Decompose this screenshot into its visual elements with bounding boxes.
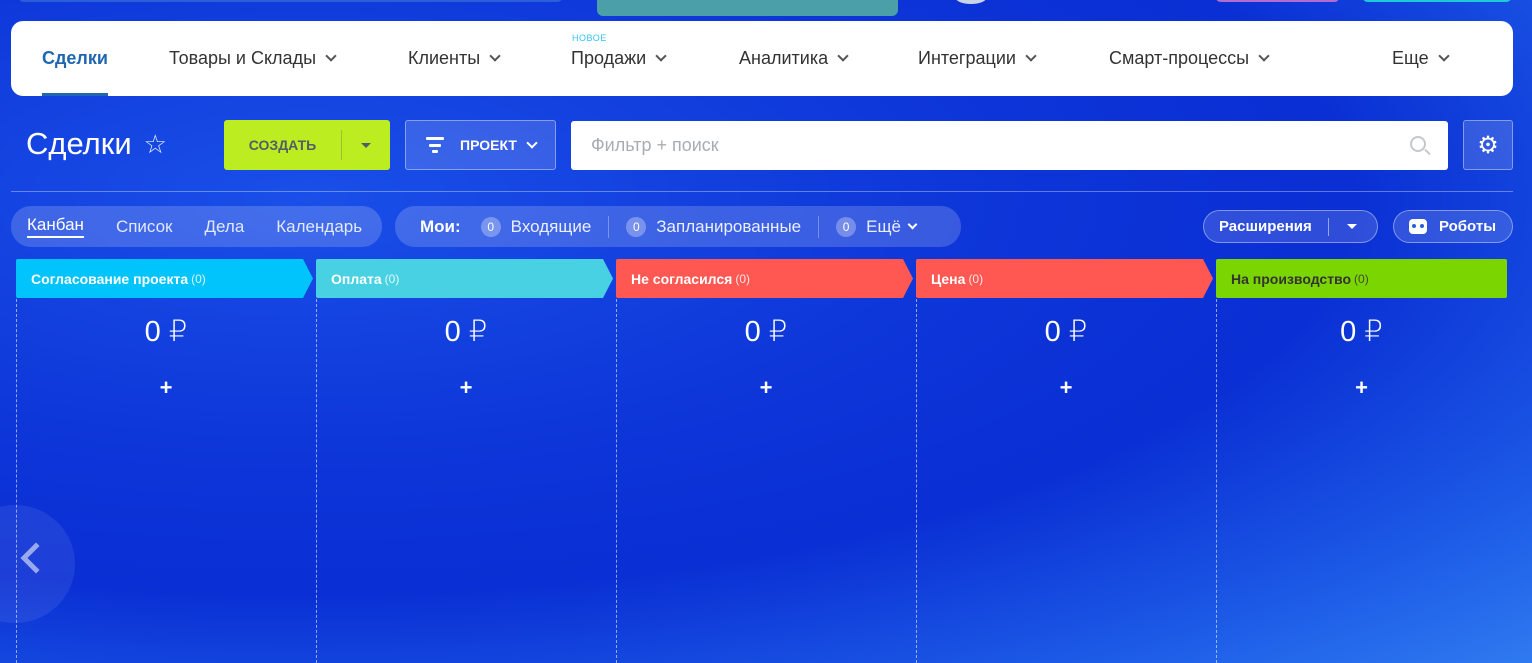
star-icon[interactable]: ☆ <box>144 129 167 160</box>
chevron-down-icon <box>837 50 849 62</box>
robot-icon <box>1409 219 1427 234</box>
column-header[interactable]: Согласование проекта (0) <box>16 259 313 298</box>
view-activities[interactable]: Дела <box>205 217 245 237</box>
nav-item-integrations[interactable]: Интеграции <box>918 21 1037 96</box>
counter-badge: 0 <box>626 216 647 237</box>
create-button[interactable]: СОЗДАТЬ <box>224 120 390 170</box>
project-button[interactable]: ПРОЕКТ <box>405 120 556 170</box>
counter-planned[interactable]: 0 Запланированные <box>626 216 801 237</box>
column-border <box>916 299 917 663</box>
divider <box>608 215 610 238</box>
add-deal-button[interactable]: + <box>316 375 616 401</box>
chevron-down-icon <box>526 136 538 149</box>
top-bar-segment <box>18 0 563 2</box>
caret-down-icon <box>361 142 371 148</box>
column-sum: 0 ₽ <box>1044 316 1088 348</box>
column-header[interactable]: Не согласился (0) <box>616 259 913 298</box>
kanban-column: На производство (0) 0 ₽ + <box>1216 259 1516 663</box>
nav-item-smart-processes[interactable]: Смарт-процессы <box>1109 21 1270 96</box>
settings-button[interactable]: ⚙ <box>1463 120 1513 170</box>
nav-item-goods[interactable]: Товары и Склады <box>169 21 337 96</box>
chevron-down-icon <box>655 50 667 62</box>
nav-item-more[interactable]: Еще <box>1392 21 1450 96</box>
counter-incoming[interactable]: 0 Входящие <box>480 216 591 237</box>
chevron-down-icon <box>907 219 918 229</box>
chevron-down-icon <box>1258 50 1270 62</box>
add-deal-button[interactable]: + <box>16 375 316 401</box>
column-sum: 0 ₽ <box>744 316 788 348</box>
chevron-down-icon <box>489 50 501 62</box>
add-deal-button[interactable]: + <box>616 375 916 401</box>
nav-item-clients[interactable]: Клиенты <box>408 21 501 96</box>
column-border <box>616 299 617 663</box>
top-avatar[interactable] <box>955 0 987 4</box>
counter-badge: 0 <box>836 216 857 237</box>
search-icon[interactable] <box>1410 136 1426 152</box>
nav-item-sales[interactable]: Продажи <box>571 21 667 96</box>
top-bar-button[interactable] <box>1362 0 1512 2</box>
column-border <box>1216 299 1217 663</box>
column-header[interactable]: Цена (0) <box>916 259 1213 298</box>
mine-label: Мои: <box>420 216 461 236</box>
kanban-column: Согласование проекта (0) 0 ₽ + <box>16 259 316 663</box>
column-sum: 0 ₽ <box>444 316 488 348</box>
add-deal-button[interactable]: + <box>1216 375 1507 401</box>
search-bar <box>571 121 1448 170</box>
view-switcher: Канбан Список Дела Календарь <box>11 206 382 247</box>
view-list[interactable]: Список <box>116 217 173 237</box>
caret-down-icon <box>1346 224 1357 229</box>
extensions-button[interactable]: Расширения <box>1203 210 1378 243</box>
kanban-column: Не согласился (0) 0 ₽ + <box>616 259 916 663</box>
chevron-down-icon <box>325 50 337 62</box>
top-bar-button[interactable] <box>1215 0 1340 2</box>
kanban-column: Цена (0) 0 ₽ + <box>916 259 1216 663</box>
divider <box>818 215 820 238</box>
column-sum: 0 ₽ <box>144 316 188 348</box>
robots-button[interactable]: Роботы <box>1393 210 1513 243</box>
gear-icon: ⚙ <box>1477 131 1499 159</box>
top-bar-segment <box>597 0 898 16</box>
counters-bar: Мои: 0 Входящие 0 Запланированные 0 Ещё <box>395 206 961 247</box>
nav-item-analytics[interactable]: Аналитика <box>739 21 849 96</box>
main-nav: Сделки Товары и Склады Клиенты НОВОЕ Про… <box>11 21 1513 96</box>
chevron-down-icon <box>1025 50 1037 62</box>
view-kanban[interactable]: Канбан <box>27 215 84 238</box>
create-menu-button[interactable] <box>342 142 390 148</box>
top-strip <box>0 0 1532 20</box>
nav-item-deals[interactable]: Сделки <box>42 21 108 96</box>
column-sum: 0 ₽ <box>1340 316 1383 348</box>
counter-badge: 0 <box>480 216 501 237</box>
column-header[interactable]: Оплата (0) <box>316 259 613 298</box>
column-header[interactable]: На производство (0) <box>1216 259 1507 298</box>
chevron-down-icon <box>1437 50 1450 62</box>
page-title: Сделки ☆ <box>26 126 167 161</box>
funnel-icon <box>426 137 444 153</box>
search-input[interactable] <box>591 135 1371 156</box>
divider <box>11 191 1513 192</box>
counter-more[interactable]: 0 Ещё <box>836 216 918 237</box>
add-deal-button[interactable]: + <box>916 375 1216 401</box>
kanban-column: Оплата (0) 0 ₽ + <box>316 259 616 663</box>
column-border <box>316 299 317 663</box>
divider <box>1327 217 1329 236</box>
view-calendar[interactable]: Календарь <box>276 217 362 237</box>
